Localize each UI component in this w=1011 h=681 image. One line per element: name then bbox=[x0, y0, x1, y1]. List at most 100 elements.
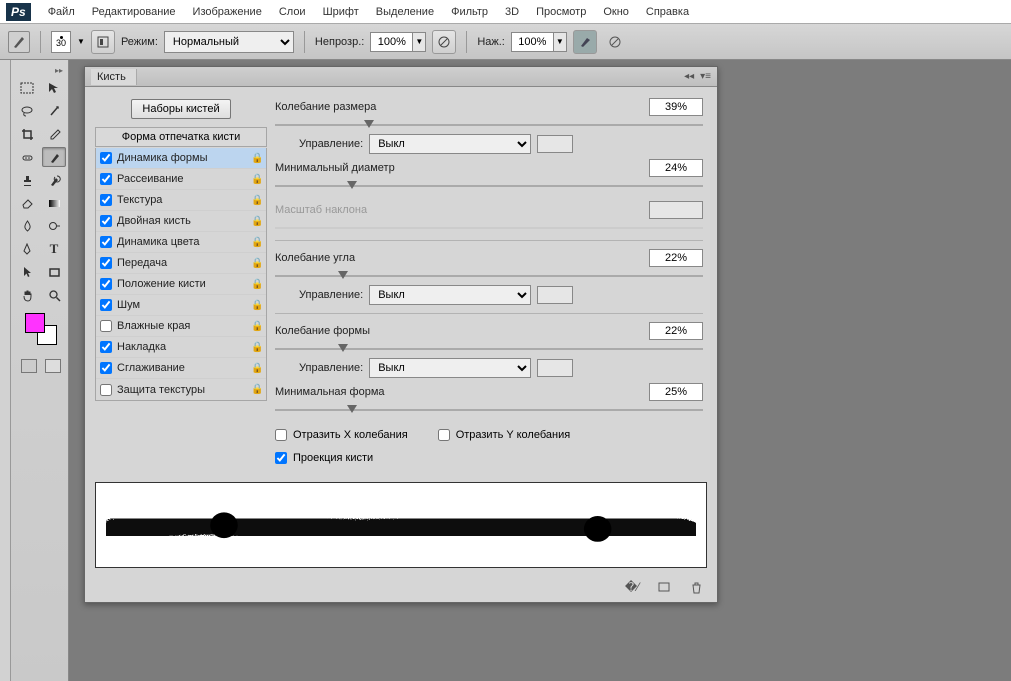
brush-preset-picker[interactable]: 30 bbox=[51, 31, 71, 53]
tool-magic-wand[interactable] bbox=[42, 101, 66, 121]
panel-collapse-icon[interactable]: ◂◂ bbox=[684, 71, 694, 82]
lock-icon[interactable]: 🔒 bbox=[251, 258, 262, 269]
toolbox-collapse[interactable] bbox=[0, 60, 11, 681]
brush-option-10[interactable]: Сглаживание🔒 bbox=[96, 358, 266, 379]
brush-option-check[interactable] bbox=[100, 173, 112, 185]
menu-window[interactable]: Окно bbox=[596, 2, 639, 22]
flow-input[interactable]: ▼ bbox=[511, 32, 567, 52]
tool-eraser[interactable] bbox=[15, 193, 39, 213]
tool-dodge[interactable] bbox=[42, 216, 66, 236]
menu-help[interactable]: Справка bbox=[639, 2, 699, 22]
brush-option-check[interactable] bbox=[100, 384, 112, 396]
brush-option-check[interactable] bbox=[100, 236, 112, 248]
lock-icon[interactable]: 🔒 bbox=[251, 300, 262, 311]
control1-select[interactable]: Выкл bbox=[369, 134, 531, 154]
panel-tab-brush[interactable]: Кисть bbox=[91, 69, 137, 85]
opacity-pressure-icon[interactable] bbox=[432, 30, 456, 54]
brush-option-11[interactable]: Защита текстуры🔒 bbox=[96, 379, 266, 400]
tool-crop[interactable] bbox=[15, 124, 39, 144]
airbrush-icon[interactable] bbox=[573, 30, 597, 54]
footer-delete-icon[interactable] bbox=[687, 580, 705, 594]
projection-checkbox[interactable]: Проекция кисти bbox=[275, 448, 703, 468]
brush-option-4[interactable]: Динамика цвета🔒 bbox=[96, 232, 266, 253]
tool-text[interactable]: T bbox=[42, 239, 66, 259]
round-jitter-slider[interactable] bbox=[275, 344, 703, 354]
brush-option-check[interactable] bbox=[100, 152, 112, 164]
brush-option-check[interactable] bbox=[100, 215, 112, 227]
menu-select[interactable]: Выделение bbox=[369, 2, 444, 22]
tool-hand[interactable] bbox=[15, 285, 39, 305]
brush-option-check[interactable] bbox=[100, 299, 112, 311]
tool-shape[interactable] bbox=[42, 262, 66, 282]
tool-lasso[interactable] bbox=[15, 101, 39, 121]
brush-option-3[interactable]: Двойная кисть🔒 bbox=[96, 211, 266, 232]
control2-select[interactable]: Выкл bbox=[369, 285, 531, 305]
brush-option-check[interactable] bbox=[100, 257, 112, 269]
lock-icon[interactable]: 🔒 bbox=[251, 237, 262, 248]
size-jitter-input[interactable] bbox=[649, 98, 703, 116]
lock-icon[interactable]: 🔒 bbox=[251, 174, 262, 185]
lock-icon[interactable]: 🔒 bbox=[251, 153, 262, 164]
brush-option-check[interactable] bbox=[100, 278, 112, 290]
menu-edit[interactable]: Редактирование bbox=[85, 2, 186, 22]
tool-rect-marquee[interactable] bbox=[15, 78, 39, 98]
panel-menu-icon[interactable]: ▾≡ bbox=[700, 71, 711, 82]
menu-type[interactable]: Шрифт bbox=[316, 2, 369, 22]
lock-icon[interactable]: 🔒 bbox=[251, 279, 262, 290]
brush-option-7[interactable]: Шум🔒 bbox=[96, 295, 266, 316]
brush-presets-button[interactable]: Наборы кистей bbox=[131, 99, 230, 119]
size-jitter-slider[interactable] bbox=[275, 120, 703, 130]
brush-option-8[interactable]: Влажные края🔒 bbox=[96, 316, 266, 337]
brush-option-1[interactable]: Рассеивание🔒 bbox=[96, 169, 266, 190]
footer-new-icon[interactable] bbox=[655, 580, 673, 594]
lock-icon[interactable]: 🔒 bbox=[251, 321, 262, 332]
brush-panel-toggle-icon[interactable] bbox=[91, 30, 115, 54]
lock-icon[interactable]: 🔒 bbox=[251, 195, 262, 206]
brush-option-0[interactable]: Динамика формы🔒 bbox=[96, 148, 266, 169]
brush-option-9[interactable]: Накладка🔒 bbox=[96, 337, 266, 358]
tool-history-brush[interactable] bbox=[42, 170, 66, 190]
menu-layers[interactable]: Слои bbox=[272, 2, 316, 22]
screenmode-icon[interactable] bbox=[45, 359, 61, 373]
brush-option-5[interactable]: Передача🔒 bbox=[96, 253, 266, 274]
tool-brush[interactable] bbox=[42, 147, 66, 167]
tool-eyedropper[interactable] bbox=[42, 124, 66, 144]
min-diameter-input[interactable] bbox=[649, 159, 703, 177]
menu-filter[interactable]: Фильтр bbox=[444, 2, 498, 22]
angle-jitter-input[interactable] bbox=[649, 249, 703, 267]
size-pressure-icon[interactable] bbox=[603, 30, 627, 54]
current-tool-icon[interactable] bbox=[8, 31, 30, 53]
tool-gradient[interactable] bbox=[42, 193, 66, 213]
opacity-input[interactable]: ▼ bbox=[370, 32, 426, 52]
tool-blur[interactable] bbox=[15, 216, 39, 236]
brush-option-6[interactable]: Положение кисти🔒 bbox=[96, 274, 266, 295]
min-diameter-slider[interactable] bbox=[275, 181, 703, 191]
flip-y-checkbox[interactable]: Отразить Y колебания bbox=[438, 425, 570, 445]
brush-option-check[interactable] bbox=[100, 341, 112, 353]
lock-icon[interactable]: 🔒 bbox=[251, 216, 262, 227]
brush-option-2[interactable]: Текстура🔒 bbox=[96, 190, 266, 211]
angle-jitter-slider[interactable] bbox=[275, 271, 703, 281]
menu-image[interactable]: Изображение bbox=[186, 2, 272, 22]
footer-toggle-icon[interactable]: �⁄ bbox=[623, 580, 641, 594]
brush-option-check[interactable] bbox=[100, 194, 112, 206]
tool-path-select[interactable] bbox=[15, 262, 39, 282]
flip-x-checkbox[interactable]: Отразить X колебания bbox=[275, 425, 408, 445]
color-swatches[interactable] bbox=[25, 313, 57, 345]
tool-move[interactable] bbox=[42, 78, 66, 98]
tool-pen[interactable] bbox=[15, 239, 39, 259]
tool-zoom[interactable] bbox=[42, 285, 66, 305]
menu-file[interactable]: Файл bbox=[41, 2, 85, 22]
menu-view[interactable]: Просмотр bbox=[529, 2, 596, 22]
foreground-color[interactable] bbox=[25, 313, 45, 333]
brush-option-check[interactable] bbox=[100, 320, 112, 332]
menu-3d[interactable]: 3D bbox=[498, 2, 529, 22]
brush-tip-header[interactable]: Форма отпечатка кисти bbox=[95, 127, 267, 147]
lock-icon[interactable]: 🔒 bbox=[251, 384, 262, 395]
min-round-input[interactable] bbox=[649, 383, 703, 401]
lock-icon[interactable]: 🔒 bbox=[251, 363, 262, 374]
lock-icon[interactable]: 🔒 bbox=[251, 342, 262, 353]
control3-select[interactable]: Выкл bbox=[369, 358, 531, 378]
quickmask-icon[interactable] bbox=[21, 359, 37, 373]
tool-healing[interactable] bbox=[15, 147, 39, 167]
